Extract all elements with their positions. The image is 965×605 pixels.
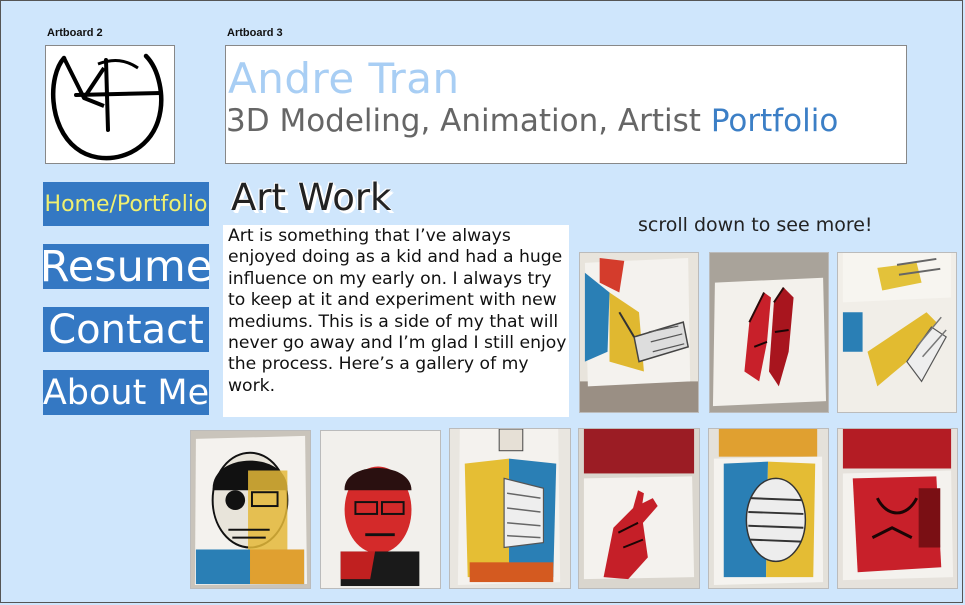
section-title: Art Work — [231, 176, 392, 219]
artboard-label-3: Artboard 3 — [227, 27, 283, 39]
subtitle-text: 3D Modeling, Animation, Artist — [226, 103, 701, 139]
nav-contact-button[interactable]: Contact — [43, 307, 209, 353]
nav-home-button[interactable]: Home/Portfolio — [43, 182, 209, 226]
painting-feet-skeleton[interactable] — [579, 252, 699, 413]
description-box: Art is something that I’ve always enjoye… — [223, 225, 569, 417]
artboard-label-2: Artboard 2 — [47, 27, 103, 39]
page-title: Andre Tran — [228, 54, 460, 103]
logo-monogram-icon — [50, 53, 164, 161]
nav-resume-button[interactable]: Resume — [40, 242, 212, 292]
subtitle-accent: Portfolio — [710, 103, 839, 139]
painting-skeleton-hand[interactable] — [837, 252, 957, 413]
painting-torso-skeleton[interactable] — [449, 428, 571, 589]
scroll-hint: scroll down to see more! — [638, 214, 873, 236]
painting-red-hands[interactable] — [709, 252, 829, 413]
painting-red-torso[interactable] — [837, 428, 958, 589]
description-text: Art is something that I’ve always enjoye… — [228, 226, 567, 396]
header-banner: Andre Tran 3D Modeling, Animation, Artis… — [225, 45, 907, 164]
painting-red-pointing-hand[interactable] — [578, 428, 700, 589]
painting-ribcage-torso[interactable] — [708, 428, 829, 589]
logo[interactable] — [45, 45, 175, 164]
page-subtitle: 3D Modeling, Animation, Artist Portfolio — [226, 103, 838, 139]
nav-about-button[interactable]: About Me — [43, 370, 209, 415]
painting-skull-portrait[interactable] — [190, 430, 311, 589]
painting-red-portrait[interactable] — [320, 430, 441, 589]
